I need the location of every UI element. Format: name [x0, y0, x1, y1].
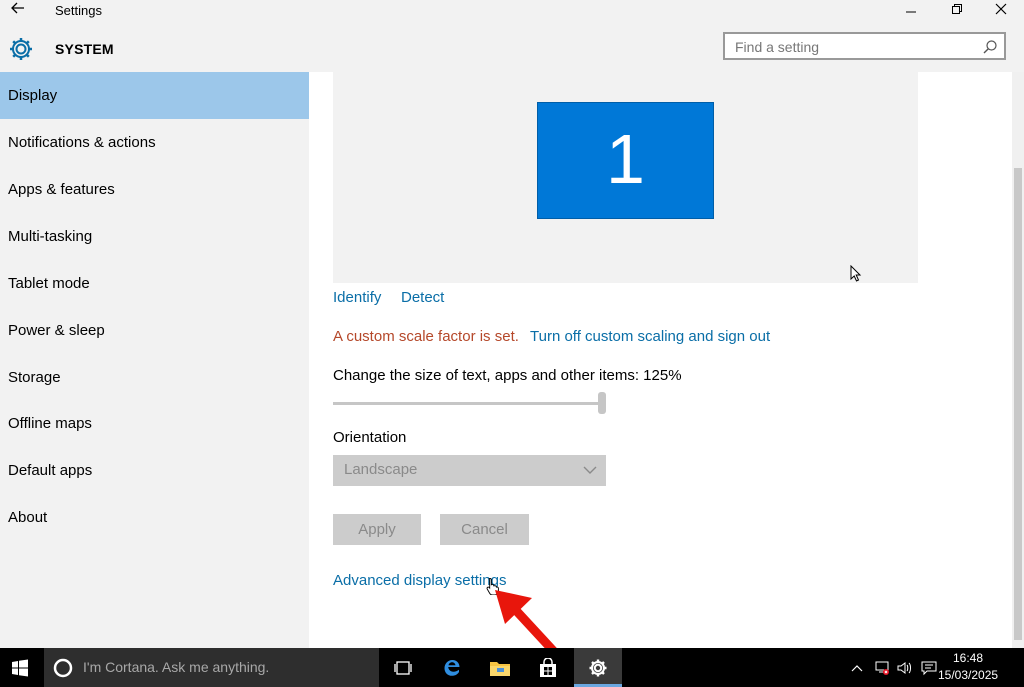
gear-icon: [8, 36, 34, 62]
task-view-icon[interactable]: [381, 648, 425, 687]
settings-header: SYSTEM Find a setting: [0, 24, 1024, 72]
scrollbar-thumb[interactable]: [1014, 168, 1022, 640]
sidebar-item-display[interactable]: Display: [0, 72, 309, 119]
close-icon[interactable]: [978, 0, 1024, 22]
monitor-1[interactable]: 1: [537, 102, 714, 219]
orientation-dropdown[interactable]: Landscape: [333, 455, 606, 486]
window-title: Settings: [55, 3, 102, 18]
sidebar-item-offline-maps[interactable]: Offline maps: [0, 400, 309, 447]
turn-off-scaling-link[interactable]: Turn off custom scaling and sign out: [530, 328, 770, 345]
sidebar-item-power-sleep[interactable]: Power & sleep: [0, 307, 309, 354]
orientation-label: Orientation: [333, 429, 407, 446]
custom-scale-message: A custom scale factor is set.: [333, 328, 519, 345]
search-input[interactable]: Find a setting: [723, 32, 1006, 60]
title-bar: Settings: [0, 0, 1024, 24]
cortana-icon: [53, 658, 73, 683]
sidebar-item-storage[interactable]: Storage: [0, 354, 309, 401]
scale-slider-track[interactable]: [333, 402, 601, 405]
identify-link[interactable]: Identify: [333, 289, 381, 306]
sidebar: Display Notifications & actions Apps & f…: [0, 72, 309, 648]
action-center-icon[interactable]: [918, 648, 940, 687]
sidebar-item-notifications[interactable]: Notifications & actions: [0, 119, 309, 166]
taskbar: I'm Cortana. Ask me anything. 16:48 15/0…: [0, 648, 1024, 687]
sidebar-item-multitasking[interactable]: Multi-tasking: [0, 213, 309, 260]
chevron-up-icon[interactable]: [847, 648, 867, 687]
search-placeholder: Find a setting: [735, 39, 820, 55]
chevron-down-icon: [582, 463, 598, 477]
scale-slider-thumb[interactable]: [598, 392, 606, 414]
clock-time: 16:48: [952, 651, 984, 665]
clock[interactable]: 16:48 15/03/2025: [938, 650, 998, 684]
mouse-pointer-icon: [850, 264, 862, 288]
minimize-icon[interactable]: [888, 0, 934, 22]
orientation-value: Landscape: [344, 461, 418, 478]
network-icon[interactable]: [870, 648, 894, 687]
settings-icon[interactable]: [574, 648, 622, 687]
sidebar-item-tablet-mode[interactable]: Tablet mode: [0, 260, 309, 307]
cortana-search-box[interactable]: I'm Cortana. Ask me anything.: [44, 648, 379, 687]
restore-icon[interactable]: [934, 0, 980, 22]
windows-start-icon[interactable]: [0, 648, 40, 687]
sidebar-item-apps[interactable]: Apps & features: [0, 166, 309, 213]
clock-date: 15/03/2025: [938, 668, 999, 682]
detect-link[interactable]: Detect: [401, 289, 444, 306]
apply-button[interactable]: Apply: [333, 514, 421, 545]
cortana-placeholder: I'm Cortana. Ask me anything.: [83, 659, 270, 675]
volume-icon[interactable]: [894, 648, 916, 687]
file-explorer-icon[interactable]: [478, 648, 522, 687]
section-title: SYSTEM: [55, 41, 114, 57]
back-arrow-icon[interactable]: [10, 0, 30, 22]
cancel-button[interactable]: Cancel: [440, 514, 529, 545]
search-icon[interactable]: [982, 39, 998, 55]
sidebar-item-about[interactable]: About: [0, 494, 309, 541]
advanced-display-settings-link[interactable]: Advanced display settings: [333, 572, 506, 589]
sidebar-item-default-apps[interactable]: Default apps: [0, 447, 309, 494]
store-icon[interactable]: [526, 648, 570, 687]
edge-icon[interactable]: [430, 648, 474, 687]
scale-label: Change the size of text, apps and other …: [333, 367, 682, 384]
